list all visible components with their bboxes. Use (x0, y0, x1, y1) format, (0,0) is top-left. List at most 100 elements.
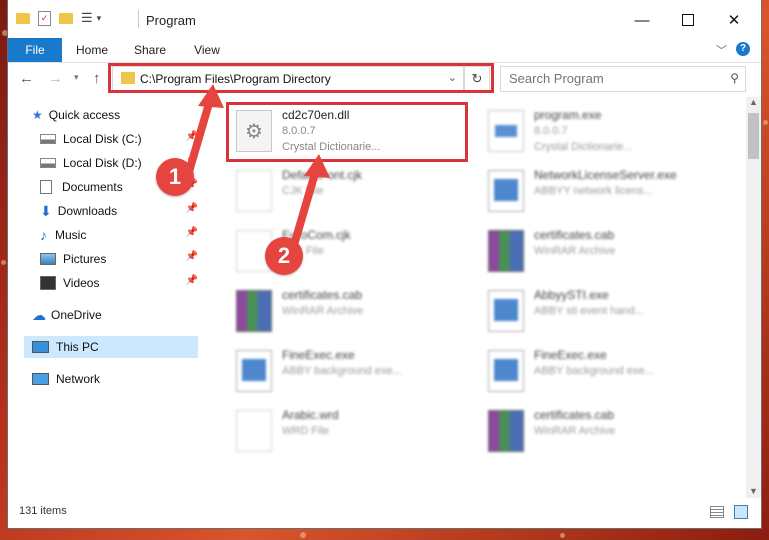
quick-access-toolbar: ✓ ☰ ▾ (16, 10, 101, 26)
new-folder-icon[interactable] (59, 12, 73, 24)
file-name: Arabic.wrd (282, 408, 339, 422)
file-type: ABBYY network licens... (534, 185, 653, 197)
address-highlight (108, 63, 494, 93)
file-item-certificates-cab[interactable]: certificates.cab WinRAR Archive (232, 282, 468, 338)
file-item-defaultfont-cjk[interactable]: DefaultFont.cjk CJK File (232, 162, 468, 218)
blank-file-icon (236, 410, 272, 452)
file-name: FineExec.exe (534, 348, 607, 362)
download-icon: ⬇ (40, 202, 52, 219)
sidebar-item-this-pc[interactable]: This PC (24, 336, 198, 358)
app-window-icon (236, 350, 272, 392)
pictures-icon (40, 253, 56, 265)
up-arrow-icon[interactable]: ↑ (93, 70, 101, 87)
scrollbar-thumb[interactable] (748, 113, 759, 159)
file-name: FineExec.exe (282, 348, 355, 362)
pin-icon: 📌 (185, 227, 198, 238)
music-icon: ♪ (40, 227, 47, 243)
item-count: 131 items (19, 505, 67, 517)
maximize-icon (682, 14, 694, 26)
folder-icon (16, 12, 30, 24)
sidebar-item-label: Pictures (63, 252, 107, 266)
sidebar-item-downloads[interactable]: ⬇ Downloads 📌 (40, 200, 198, 222)
minimize-icon: — (634, 11, 650, 29)
maximize-button[interactable] (665, 0, 711, 40)
file-version: 8.0.0.7 (534, 125, 568, 137)
computer-icon (32, 341, 49, 353)
status-bar: 131 items (8, 500, 761, 524)
file-name: certificates.cab (282, 288, 363, 302)
file-type: ABBY sti event hand... (534, 305, 644, 317)
pin-icon: 📌 (185, 275, 198, 286)
file-item-arabic-wrd[interactable]: Arabic.wrd WRD File (232, 402, 468, 458)
file-item-certificates-cab[interactable]: certificates.cab WinRAR Archive (484, 222, 720, 278)
minimize-button[interactable]: — (619, 0, 665, 40)
explorer-window: ✓ ☰ ▾ Program — ✕ File Home Share View ﹀… (8, 0, 761, 528)
help-icon[interactable]: ? (736, 42, 750, 56)
winrar-icon (488, 410, 524, 452)
forward-arrow-icon[interactable]: → (48, 70, 63, 87)
back-arrow-icon[interactable]: ← (19, 70, 34, 87)
expand-ribbon-icon[interactable]: ﹀ (716, 42, 727, 58)
sidebar-item-music[interactable]: ♪ Music 📌 (40, 224, 198, 246)
file-name: program.exe (534, 108, 602, 122)
file-item-networklicenseserver-exe[interactable]: NetworkLicenseServer.exe ABBYY network l… (484, 162, 720, 218)
sidebar-item-videos[interactable]: Videos 📌 (40, 272, 198, 294)
title-bar: ✓ ☰ ▾ Program — ✕ (8, 0, 761, 40)
sidebar-item-label: Videos (63, 276, 100, 290)
scroll-up-icon[interactable]: ▲ (749, 97, 758, 107)
file-item-fineexec-exe[interactable]: FineExec.exe ABBY background exe... (232, 342, 468, 398)
sidebar-item-label: OneDrive (51, 308, 102, 322)
winrar-icon (236, 290, 272, 332)
file-item-abbyysti-exe[interactable]: AbbyySTI.exe ABBY sti event hand... (484, 282, 720, 338)
drive-icon (40, 158, 56, 168)
search-input[interactable] (507, 70, 711, 87)
file-highlight (226, 102, 468, 162)
file-name: NetworkLicenseServer.exe (534, 168, 677, 182)
blank-file-icon (236, 170, 272, 212)
close-icon: ✕ (727, 12, 741, 29)
sidebar-item-label: This PC (56, 340, 99, 354)
sidebar-item-label: Documents (62, 180, 123, 194)
pin-icon: 📌 (185, 203, 198, 214)
file-name: certificates.cab (534, 228, 615, 242)
tab-share[interactable]: Share (130, 38, 170, 62)
ribbon-tabs: File Home Share View ﹀ ? (8, 38, 761, 63)
sidebar-item-label: Music (55, 228, 87, 242)
winrar-icon (488, 230, 524, 272)
file-item-fineexec-exe[interactable]: FineExec.exe ABBY background exe... (484, 342, 720, 398)
documents-icon (40, 180, 52, 194)
customize-dropdown-icon[interactable]: ▾ (97, 13, 102, 24)
details-view-icon[interactable] (710, 506, 724, 518)
recent-locations-icon[interactable]: ▾ (74, 72, 79, 83)
file-type: WRD File (282, 425, 330, 437)
bg-dot (763, 120, 768, 125)
app-window-icon (488, 290, 524, 332)
tab-file[interactable]: File (8, 38, 62, 62)
videos-icon (40, 276, 56, 290)
close-button[interactable]: ✕ (711, 0, 757, 40)
tab-view[interactable]: View (187, 38, 227, 62)
sidebar-item-label: Network (56, 372, 101, 386)
bg-dot (560, 533, 565, 538)
tab-home[interactable]: Home (72, 38, 112, 62)
callout-badge-1: 1 (156, 158, 194, 196)
drive-icon (40, 134, 56, 144)
properties-icon[interactable]: ✓ (38, 10, 51, 26)
file-name: AbbyySTI.exe (534, 288, 609, 302)
view-options-icon[interactable]: ☰ (81, 10, 93, 26)
large-icons-view-icon[interactable] (734, 505, 748, 519)
file-item-certificates-cab[interactable]: certificates.cab WinRAR Archive (484, 402, 720, 458)
file-type: ABBY background exe... (282, 365, 402, 377)
vertical-scrollbar[interactable]: ▲ ▼ (746, 97, 761, 498)
sidebar-item-label: Local Disk (D:) (63, 156, 142, 170)
app-window-icon (488, 170, 524, 212)
network-icon (32, 373, 49, 385)
sidebar-item-onedrive[interactable]: ☁ OneDrive (32, 304, 198, 326)
sidebar-item-network[interactable]: Network (32, 368, 198, 390)
sidebar-item-label: Downloads (57, 204, 118, 218)
file-type: WinRAR Archive (534, 425, 616, 437)
sidebar-item-pictures[interactable]: Pictures 📌 (40, 248, 198, 270)
scroll-down-icon[interactable]: ▼ (749, 486, 758, 496)
file-type: WinRAR Archive (534, 245, 616, 257)
file-item-program-exe[interactable]: program.exe 8.0.0.7 Crystal Dictionarie.… (484, 102, 720, 158)
